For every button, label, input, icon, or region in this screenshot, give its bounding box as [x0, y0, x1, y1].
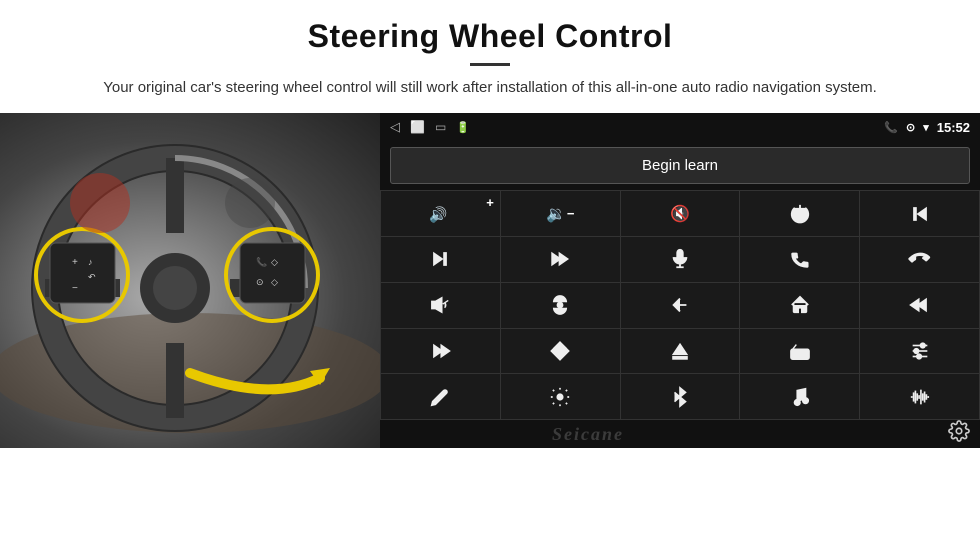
svg-text:−: − [72, 283, 78, 294]
camera-360-button[interactable]: 360° [501, 283, 620, 328]
settings-gear-icon[interactable] [948, 420, 970, 448]
controls-grid: 🔊 + 🔉− 🔇 [380, 190, 980, 420]
status-bar: ◁ ⬜ ▭ 🔋 📞 ⊙ ▾ 15:52 [380, 113, 980, 141]
car-image: + − ♪ ↶ 📞 ◇ ⊙ ◇ [0, 113, 380, 448]
svg-text:+: + [72, 257, 78, 268]
skip-back-button[interactable] [860, 283, 979, 328]
phone-status-icon: 📞 [884, 121, 898, 134]
mic-button[interactable] [621, 237, 740, 282]
header-divider [470, 63, 510, 66]
radio-button[interactable] [740, 329, 859, 374]
begin-learn-section: Begin learn [380, 141, 980, 190]
page: Steering Wheel Control Your original car… [0, 0, 980, 548]
prev-track-button[interactable] [860, 191, 979, 236]
svg-text:⊙: ⊙ [256, 277, 264, 287]
page-title: Steering Wheel Control [60, 18, 920, 55]
mute-button[interactable]: 🔇 [621, 191, 740, 236]
pen-button[interactable] [381, 374, 500, 419]
status-right: 📞 ⊙ ▾ 15:52 [884, 120, 970, 135]
music-button[interactable] [740, 374, 859, 419]
svg-text:🔊: 🔊 [429, 205, 447, 223]
branding-bar: Seicane [380, 420, 980, 448]
fast-fwd2-button[interactable] [381, 329, 500, 374]
nav-recents-icon[interactable]: ▭ [435, 120, 446, 134]
power-button[interactable] [740, 191, 859, 236]
nav-home-icon[interactable]: ⬜ [410, 120, 425, 134]
main-content: + − ♪ ↶ 📞 ◇ ⊙ ◇ [0, 113, 980, 548]
settings-btn[interactable] [501, 374, 620, 419]
header-section: Steering Wheel Control Your original car… [0, 0, 980, 105]
horn-button[interactable] [381, 283, 500, 328]
gps-icon: ⊙ [906, 121, 915, 134]
battery-icon: 🔋 [456, 121, 470, 134]
ff-button[interactable] [501, 237, 620, 282]
svg-text:360°: 360° [557, 310, 567, 315]
svg-text:♪: ♪ [88, 257, 93, 267]
time-display: 15:52 [937, 120, 970, 135]
header-description: Your original car's steering wheel contr… [80, 76, 900, 99]
svg-text:◇: ◇ [271, 277, 278, 287]
call-button[interactable] [740, 237, 859, 282]
wifi-icon: ▾ [923, 121, 929, 134]
home-button[interactable] [740, 283, 859, 328]
eject-button[interactable] [621, 329, 740, 374]
navigate-button[interactable] [501, 329, 620, 374]
svg-text:↶: ↶ [88, 272, 96, 282]
bluetooth-button[interactable] [621, 374, 740, 419]
nav-back-icon[interactable]: ◁ [390, 119, 400, 135]
nav-icons: ◁ ⬜ ▭ 🔋 [390, 119, 470, 135]
svg-text:◇: ◇ [271, 257, 278, 267]
vol-down-button[interactable]: 🔉− [501, 191, 620, 236]
steering-wheel-svg: + − ♪ ↶ 📞 ◇ ⊙ ◇ [0, 113, 380, 448]
waveform-button[interactable] [860, 374, 979, 419]
eq-button[interactable] [860, 329, 979, 374]
seicane-logo: Seicane [552, 424, 624, 445]
back-button[interactable] [621, 283, 740, 328]
next-button[interactable] [381, 237, 500, 282]
vol-up-button[interactable]: 🔊 + [381, 191, 500, 236]
begin-learn-button[interactable]: Begin learn [390, 147, 970, 184]
android-screen: ◁ ⬜ ▭ 🔋 📞 ⊙ ▾ 15:52 Begin learn [380, 113, 980, 448]
hang-up-button[interactable] [860, 237, 979, 282]
svg-text:📞: 📞 [256, 256, 268, 267]
